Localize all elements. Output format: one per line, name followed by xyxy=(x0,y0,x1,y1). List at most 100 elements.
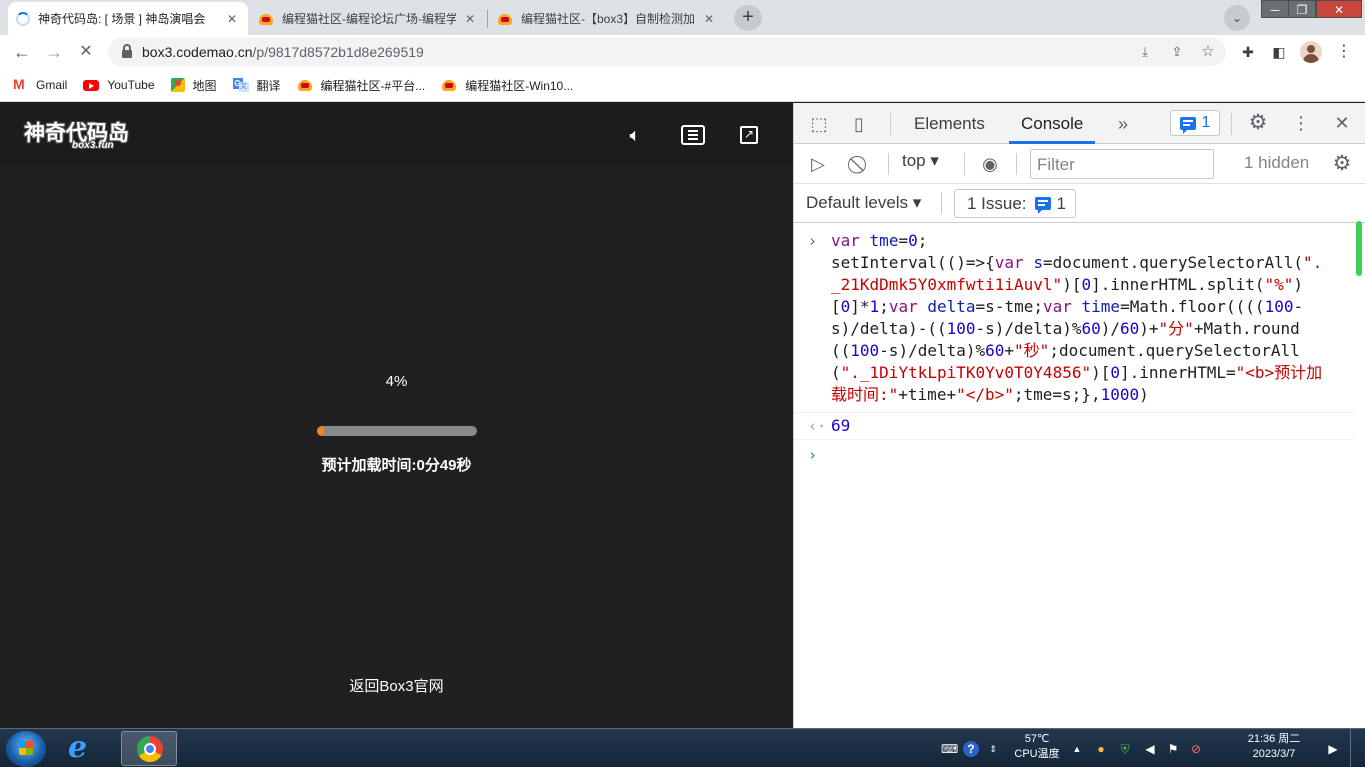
codemao-favicon-icon xyxy=(297,78,313,92)
share-icon[interactable]: ⇪ xyxy=(1166,41,1188,63)
devtools-menu-icon[interactable]: ⋮ xyxy=(1288,110,1314,136)
keyboard-icon[interactable]: ⌨ xyxy=(941,741,958,757)
message-bubble-icon xyxy=(1179,116,1196,134)
chrome-menu-icon[interactable]: ⋮ xyxy=(1332,40,1356,64)
tab-title: 编程猫社区-编程论坛广场-编程学 xyxy=(282,12,456,26)
tray-arrows-icon[interactable]: ⇕ xyxy=(985,741,1001,757)
tab-title: 编程猫社区-【box3】自制检测加 xyxy=(521,12,695,26)
install-app-icon[interactable]: ⤓ xyxy=(1134,41,1156,63)
browser-toolbar: ← → ✕ box3.codemao.cn/p/9817d8572b1d8e26… xyxy=(0,35,1365,69)
messages-badge[interactable]: 1 xyxy=(1170,110,1220,136)
address-bar[interactable]: box3.codemao.cn/p/9817d8572b1d8e269519 ⤓… xyxy=(108,38,1226,66)
show-hidden-icons-icon[interactable]: ▲ xyxy=(1069,741,1085,757)
issues-button[interactable]: 1 Issue: 1 xyxy=(954,189,1076,218)
issue-bubble-icon xyxy=(1034,197,1051,214)
back-button[interactable]: ← xyxy=(9,39,35,65)
clock[interactable]: 21:36 周二 2023/3/7 xyxy=(1238,732,1310,762)
stop-loading-button[interactable]: ✕ xyxy=(73,39,99,65)
side-panel-icon[interactable]: ◧ xyxy=(1267,40,1291,64)
bookmark-youtube[interactable]: YouTube xyxy=(83,78,155,92)
close-tab-icon[interactable]: ✕ xyxy=(224,11,240,27)
tab-elements[interactable]: Elements xyxy=(902,103,997,144)
console-result-entry[interactable]: ‹· 69 xyxy=(794,413,1354,440)
bookmark-maps[interactable]: 地图 xyxy=(170,77,217,94)
start-button[interactable] xyxy=(6,731,46,767)
console-result-value: 69 xyxy=(831,416,851,435)
console-scrollbar[interactable] xyxy=(1354,215,1364,728)
sidebar-toggle-icon[interactable]: ▷ xyxy=(805,151,831,177)
settings-gear-icon[interactable]: ⚙ xyxy=(1245,110,1271,136)
console-input-entry[interactable]: › var tme=0; setInterval(()=>{var s=docu… xyxy=(794,224,1354,413)
tab-search-button[interactable]: ⌄ xyxy=(1224,5,1250,31)
tab-separator xyxy=(487,10,488,28)
menu-list-icon[interactable] xyxy=(681,125,705,145)
shield-icon[interactable]: ⛨ xyxy=(1117,741,1133,757)
url-text[interactable]: box3.codemao.cn/p/9817d8572b1d8e269519 xyxy=(142,44,424,60)
show-desktop-button[interactable] xyxy=(1350,729,1365,767)
console-settings-gear-icon[interactable]: ⚙ xyxy=(1329,151,1355,177)
forward-button[interactable]: → xyxy=(41,39,67,65)
console-scrollbar-thumb[interactable] xyxy=(1356,221,1362,276)
codemao-favicon-icon xyxy=(497,12,513,26)
internet-explorer-icon[interactable]: e xyxy=(68,732,102,764)
volume-icon[interactable]: 🔈︎ xyxy=(622,123,648,147)
new-tab-button[interactable]: + xyxy=(734,5,762,31)
clear-console-icon[interactable]: ⃠ xyxy=(848,151,874,177)
security-app-icon[interactable]: ● xyxy=(1093,741,1109,757)
codemao-favicon-icon xyxy=(441,78,457,92)
taskbar-chrome-button[interactable] xyxy=(121,731,177,766)
help-icon[interactable]: ? xyxy=(963,741,979,757)
tab-console[interactable]: Console xyxy=(1009,103,1096,144)
windows-taskbar: e ⌨ ? ⇕ 57℃ CPU温度 ▲ ● ⛨ ◀ ⚑ ⊘ 21:36 周二 2… xyxy=(0,728,1365,767)
bookmark-gmail[interactable]: Gmail xyxy=(12,76,67,92)
console-prompt[interactable]: › xyxy=(794,440,1354,470)
loading-progress-bar xyxy=(317,426,477,436)
device-toolbar-icon[interactable]: ▯ xyxy=(846,111,872,137)
page-header: 神奇代码岛 box3.fun 🔈︎ ↗ xyxy=(0,103,793,165)
minimize-button[interactable]: ─ xyxy=(1261,0,1289,18)
console-output[interactable]: › var tme=0; setInterval(()=>{var s=docu… xyxy=(794,224,1354,728)
tab-title: 神奇代码岛: [ 场景 ] 神岛演唱会 xyxy=(38,12,206,26)
console-filter-input[interactable]: Filter xyxy=(1030,149,1214,179)
inspect-element-icon[interactable]: ⬚ xyxy=(806,111,832,137)
close-window-button[interactable]: ✕ xyxy=(1316,0,1362,18)
extensions-puzzle-icon[interactable]: ✚ xyxy=(1236,40,1260,64)
input-prompt-chevron-icon: › xyxy=(808,232,818,250)
tab-strip: 神奇代码岛: [ 场景 ] 神岛演唱会 ✕ 编程猫社区-编程论坛广场-编程学 ✕… xyxy=(0,0,1365,35)
speaker-icon[interactable]: ◀ xyxy=(1142,741,1158,757)
tab-codemao-box3[interactable]: 编程猫社区-【box3】自制检测加 ✕ xyxy=(489,2,725,35)
close-tab-icon[interactable]: ✕ xyxy=(701,11,717,27)
open-external-icon[interactable]: ↗ xyxy=(740,126,758,144)
bookmark-codemao-platform[interactable]: 编程猫社区-#平台... xyxy=(297,77,425,94)
live-expression-eye-icon[interactable]: ◉ xyxy=(977,151,1003,177)
bookmark-translate[interactable]: 翻译 xyxy=(232,77,281,94)
page-viewport: 神奇代码岛 box3.fun 🔈︎ ↗ 4% 预计加载时间:0分49秒 返回Bo… xyxy=(0,103,793,728)
restore-button[interactable]: ❐ xyxy=(1288,0,1316,18)
bookmarks-bar: Gmail YouTube 地图 翻译 编程猫社区-#平台... 编程猫社区-W… xyxy=(0,69,1365,102)
devtools-panel: ⬚ ▯ Elements Console » 1 ⚙ ⋮ ✕ ▷ ⃠ top ▾… xyxy=(793,103,1365,728)
bookmark-star-icon[interactable]: ☆ xyxy=(1197,41,1219,63)
profile-avatar[interactable] xyxy=(1300,41,1322,63)
loading-spinner-icon xyxy=(16,11,30,26)
tab-box3-scene[interactable]: 神奇代码岛: [ 场景 ] 神岛演唱会 ✕ xyxy=(8,2,248,35)
loading-progress-fill xyxy=(317,426,324,436)
estimated-load-time: 预计加载时间:0分49秒 xyxy=(321,457,472,474)
codemao-favicon-icon xyxy=(258,12,274,26)
close-tab-icon[interactable]: ✕ xyxy=(462,11,478,27)
back-to-box3-link[interactable]: 返回Box3官网 xyxy=(0,675,793,696)
cpu-temperature[interactable]: 57℃ CPU温度 xyxy=(1008,732,1066,762)
bookmark-codemao-win10[interactable]: 编程猫社区-Win10... xyxy=(441,77,573,94)
network-icon[interactable]: ⊘ xyxy=(1188,741,1204,757)
hidden-messages-count: 1 hidden xyxy=(1244,153,1310,172)
console-toolbar: ▷ ⃠ top ▾ ◉ Filter 1 hidden ⚙ xyxy=(794,144,1365,184)
box3-logo[interactable]: 神奇代码岛 box3.fun xyxy=(24,117,144,157)
youtube-icon xyxy=(83,79,100,91)
close-devtools-icon[interactable]: ✕ xyxy=(1329,110,1355,136)
context-selector[interactable]: top ▾ xyxy=(902,151,939,171)
action-center-icon[interactable]: ⚑ xyxy=(1165,741,1181,757)
log-levels-dropdown[interactable]: Default levels ▾ xyxy=(806,193,921,213)
more-tabs-chevron-icon[interactable]: » xyxy=(1110,111,1136,137)
media-play-icon[interactable]: ▶ xyxy=(1325,741,1341,757)
tab-codemao-forum[interactable]: 编程猫社区-编程论坛广场-编程学 ✕ xyxy=(250,2,486,35)
lock-icon[interactable] xyxy=(122,44,132,58)
